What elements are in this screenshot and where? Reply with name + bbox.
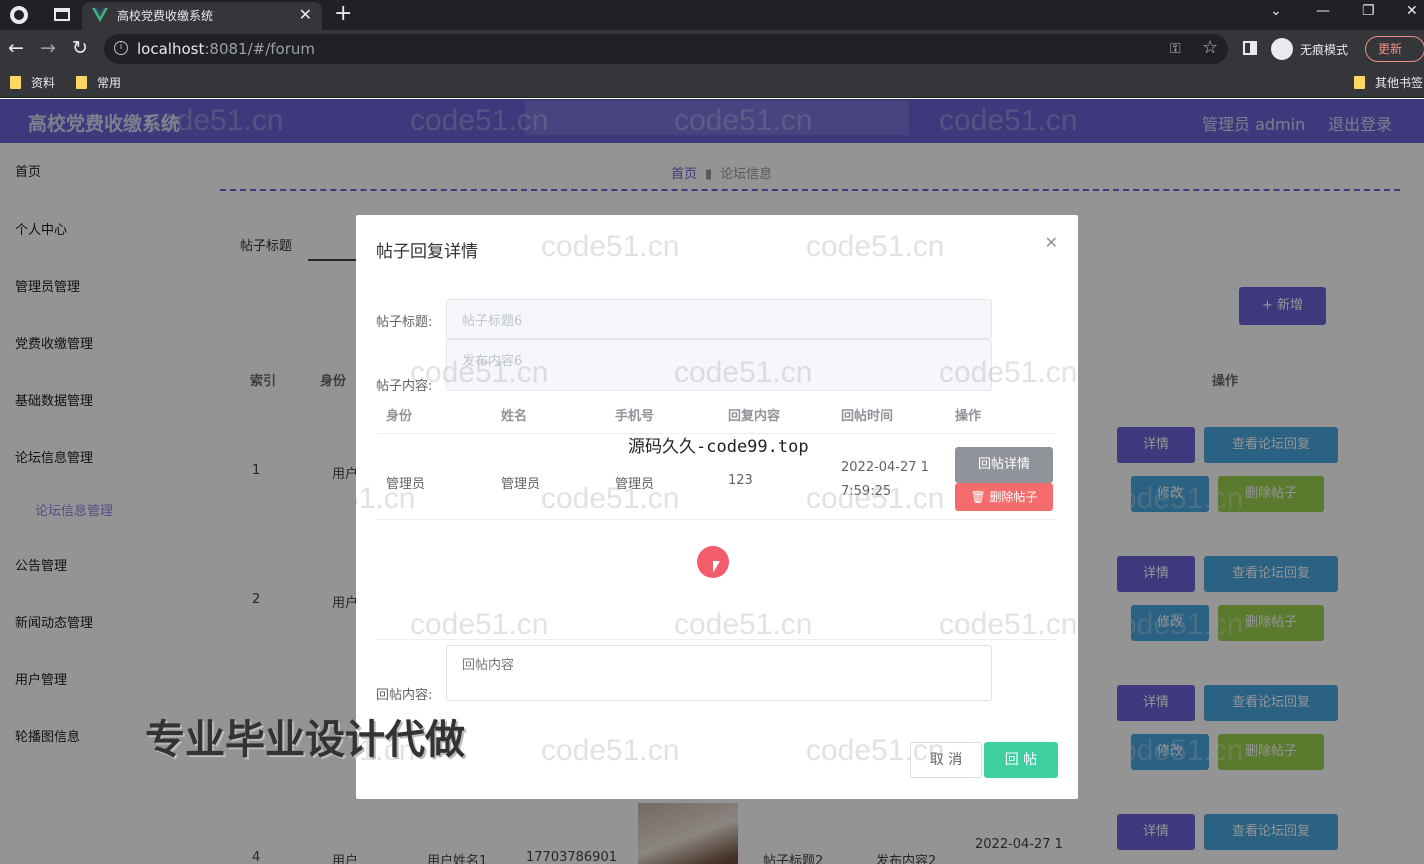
reply-content-label: 回帖内容: [376,688,433,703]
password-key-icon[interactable]: ⚿ [1170,41,1181,57]
table-row-divider [376,519,1056,520]
url-field[interactable]: i localhost:8081/#/forum ⚿ ☆ [104,34,1228,64]
delete-reply-button[interactable]: 🗑 删除帖子 [955,483,1053,511]
post-content-field[interactable]: 发布内容6 [446,339,992,391]
vue-logo-icon [92,8,108,22]
incognito-icon[interactable] [1271,38,1293,60]
reply-time-line1: 2022-04-27 1 [841,460,929,475]
close-icon[interactable]: ✕ [1045,233,1058,252]
tab-search-icon[interactable]: ⌄ [1270,3,1282,19]
reply-content-input[interactable] [446,645,992,701]
ad-watermark: 专业毕业设计代做 [145,717,465,763]
reply-col-phone: 手机号 [615,409,655,424]
dialog-title: 帖子回复详情 [376,242,478,262]
address-bar: ← → ↻ i localhost:8081/#/forum ⚿ ☆ 无痕模式 … [0,30,1424,68]
reply-col-time: 回帖时间 [841,409,894,424]
reply-name: 管理员 [501,477,541,492]
window-minimize-button[interactable]: — [1316,3,1330,19]
tab-title: 高校党费收缴系统 [117,9,214,23]
bookmark-folder-other[interactable]: 其他书签 [1354,74,1423,91]
delete-reply-label: 删除帖子 [989,490,1038,504]
reply-col-role: 身份 [386,409,413,424]
back-arrow-icon[interactable]: ← [8,37,24,59]
window-maximize-button[interactable]: ❐ [1362,3,1375,19]
tab-strip-icon[interactable] [54,8,70,21]
reply-section-divider [376,639,1056,640]
reply-time-line2: 7:59:25 [841,484,892,499]
bookmark-folder-ziliao[interactable]: 资料 [10,74,55,91]
url-text: localhost:8081/#/forum [137,40,315,58]
cancel-button[interactable]: 取 消 [910,742,982,778]
site-info-icon[interactable]: i [114,41,128,55]
bookmarks-bar: 资料 常用 其他书签 [0,68,1424,98]
reply-col-name: 姓名 [501,409,528,424]
trash-icon: 🗑 [970,490,990,504]
update-button[interactable]: 更新 [1365,36,1424,62]
new-tab-button[interactable]: + [334,1,352,26]
source-watermark: 源码久久-code99.top [628,437,809,457]
post-content-label: 帖子内容: [376,379,433,394]
reply-col-actions: 操作 [955,409,982,424]
reply-col-content: 回复内容 [728,409,781,424]
browser-tab-bar: 高校党费收缴系统 ✕ + ⌄ — ❐ ✕ [0,0,1424,30]
mouse-pointer-icon [713,561,720,573]
bookmark-folder-changyong[interactable]: 常用 [76,74,121,91]
browser-menu-icon[interactable] [10,6,28,24]
reply-role: 管理员 [386,477,426,492]
incognito-label: 无痕模式 [1300,43,1349,57]
browser-tab[interactable]: 高校党费收缴系统 ✕ [82,2,322,30]
window-close-button[interactable]: ✕ [1406,3,1418,19]
forward-arrow-icon[interactable]: → [40,37,56,59]
reply-content: 123 [728,473,753,488]
tab-close-icon[interactable]: ✕ [299,5,312,24]
side-panel-icon[interactable] [1243,41,1257,55]
post-title-label: 帖子标题: [376,315,433,330]
bookmark-star-icon[interactable]: ☆ [1202,37,1218,58]
submit-reply-button[interactable]: 回 帖 [984,742,1058,778]
reply-phone: 管理员 [615,477,655,492]
reply-detail-button[interactable]: 回帖详情 [955,447,1053,483]
post-title-field[interactable]: 帖子标题6 [446,299,992,339]
reload-icon[interactable]: ↻ [72,37,88,59]
